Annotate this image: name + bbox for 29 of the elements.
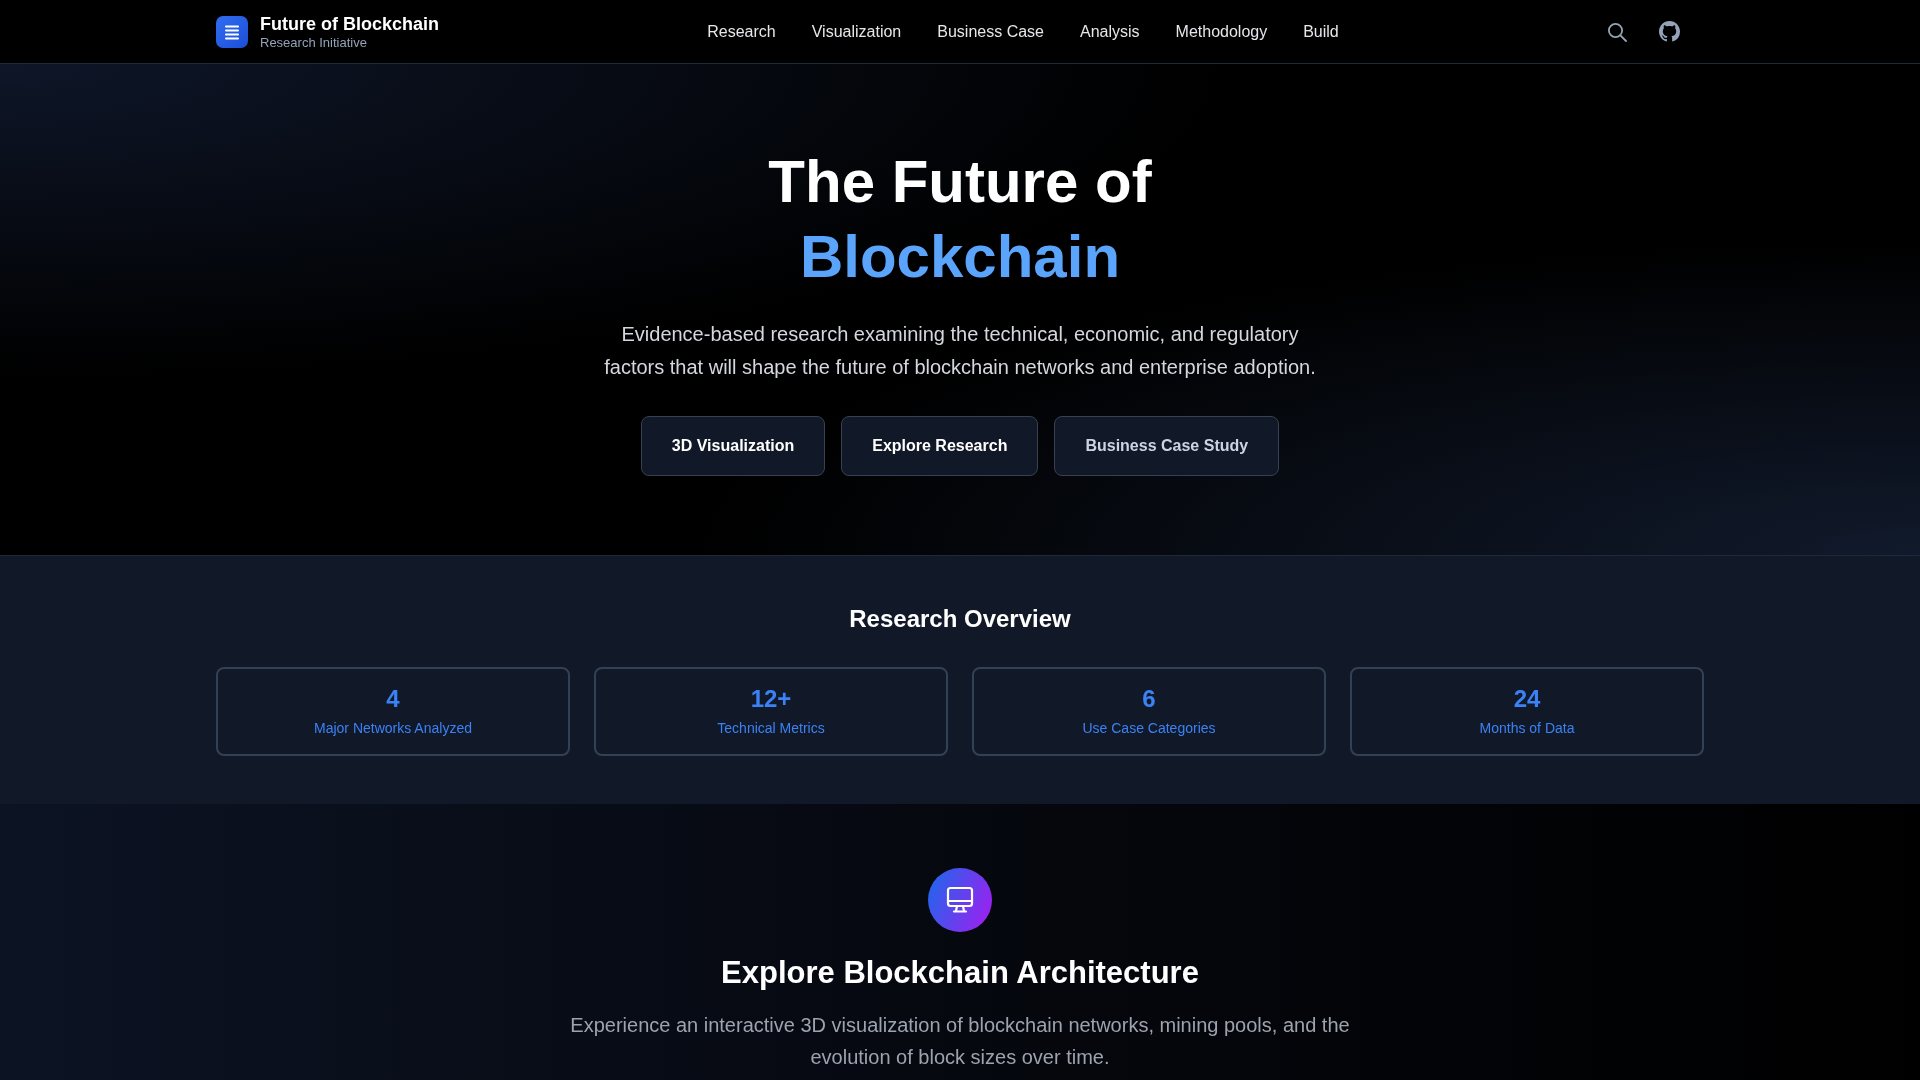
github-icon[interactable] <box>1659 21 1680 42</box>
section-heading: Research Overview <box>848 604 1072 634</box>
stat-value: 24 <box>1512 684 1542 714</box>
stat-label: Use Case Categories <box>1081 719 1217 738</box>
brand-subtitle: Research Initiative <box>260 34 368 51</box>
nav-link[interactable]: Analysis <box>1080 19 1140 44</box>
hero-description: Evidence-based research examining the technical, economic, and regulatory factors that will shape the future of blockchain networks and enterprise adoption. <box>603 322 1317 380</box>
stat-value: 12+ <box>749 684 793 714</box>
stat-value: 4 <box>385 684 401 714</box>
text-lines-icon <box>216 15 248 48</box>
section-description: Experience an interactive 3D visualization of blockchain networks, mining pools, and the evolution of block sizes over time. <box>569 1013 1351 1070</box>
stat-label: Major Networks Analyzed <box>313 719 473 738</box>
nav-link[interactable]: Research <box>707 19 776 44</box>
stat-label: Months of Data <box>1478 719 1576 738</box>
hero-title-highlight: Blockchain <box>798 222 1122 292</box>
hero-button[interactable]: 3D Visualization <box>640 416 826 476</box>
monitor-icon <box>928 868 992 932</box>
nav-link[interactable]: Methodology <box>1175 19 1268 44</box>
nav-link[interactable]: Visualization <box>811 19 902 44</box>
section-heading: Explore Blockchain Architecture <box>720 954 1200 991</box>
brand-title[interactable]: Future of Blockchain <box>260 12 439 35</box>
stat-value: 6 <box>1141 684 1157 714</box>
hero-button[interactable]: Business Case Study <box>1054 416 1280 476</box>
nav-link[interactable]: Build <box>1303 19 1339 44</box>
stat-label: Technical Metrics <box>716 719 826 738</box>
hero-title: The Future of <box>767 147 1153 217</box>
search-icon[interactable] <box>1607 21 1627 42</box>
hero-button[interactable]: Explore Research <box>841 416 1039 476</box>
nav-link[interactable]: Business Case <box>937 19 1044 44</box>
